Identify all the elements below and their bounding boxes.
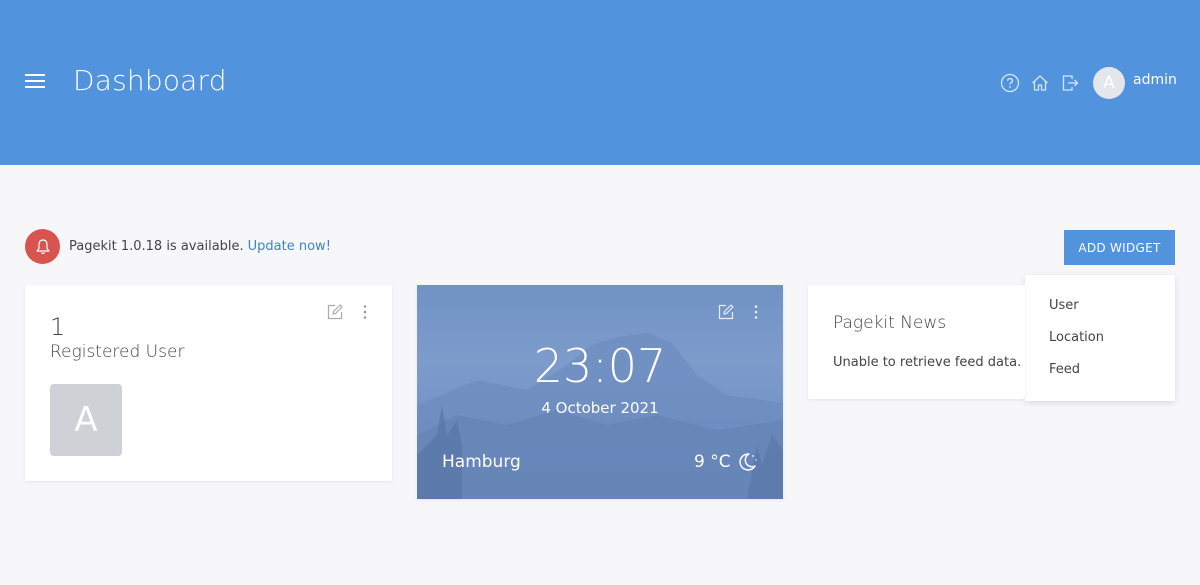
more-icon[interactable] [356,303,374,321]
header-bar: Dashboard A admin [0,0,1200,165]
menu-item-user[interactable]: User [1025,295,1175,327]
news-message: Unable to retrieve feed data. [833,355,1022,370]
page-title: Dashboard [73,64,227,97]
moon-icon [739,453,757,471]
add-widget-menu: User Location Feed [1025,275,1175,401]
news-widget: Pagekit News Unable to retrieve feed dat… [808,285,1025,399]
widget-tools [326,303,374,321]
user-count-label: Registered User [50,342,185,362]
clock-time: 23:07 [533,339,667,393]
location-widget: 23:07 4 October 2021 Hamburg 9 °C [417,285,783,499]
location-city: Hamburg [442,452,521,472]
edit-icon[interactable] [326,303,344,321]
user-count: 1 [50,313,66,341]
update-notice: Pagekit 1.0.18 is available. Update now! [25,229,331,264]
clock-date: 4 October 2021 [541,399,659,417]
users-widget: 1 Registered User A [25,285,392,481]
header-icons [1000,73,1080,93]
menu-item-feed[interactable]: Feed [1025,359,1175,391]
news-title: Pagekit News [833,313,947,333]
user-avatar[interactable]: A [1093,67,1125,99]
add-widget-button[interactable]: ADD WIDGET [1064,230,1175,265]
bell-icon [25,229,60,264]
menu-item-location[interactable]: Location [1025,327,1175,359]
user-avatar-large[interactable]: A [50,384,122,456]
notice-text: Pagekit 1.0.18 is available. Update now! [69,239,331,254]
logout-icon[interactable] [1060,73,1080,93]
user-name[interactable]: admin [1133,72,1177,88]
notice-message: Pagekit 1.0.18 is available. [69,239,244,254]
home-icon[interactable] [1030,73,1050,93]
help-icon[interactable] [1000,73,1020,93]
edit-icon[interactable] [717,303,735,321]
more-icon[interactable] [747,303,765,321]
temperature: 9 °C [694,452,731,472]
menu-icon[interactable] [25,74,45,92]
update-now-link[interactable]: Update now! [248,239,331,254]
widget-tools [717,303,765,321]
